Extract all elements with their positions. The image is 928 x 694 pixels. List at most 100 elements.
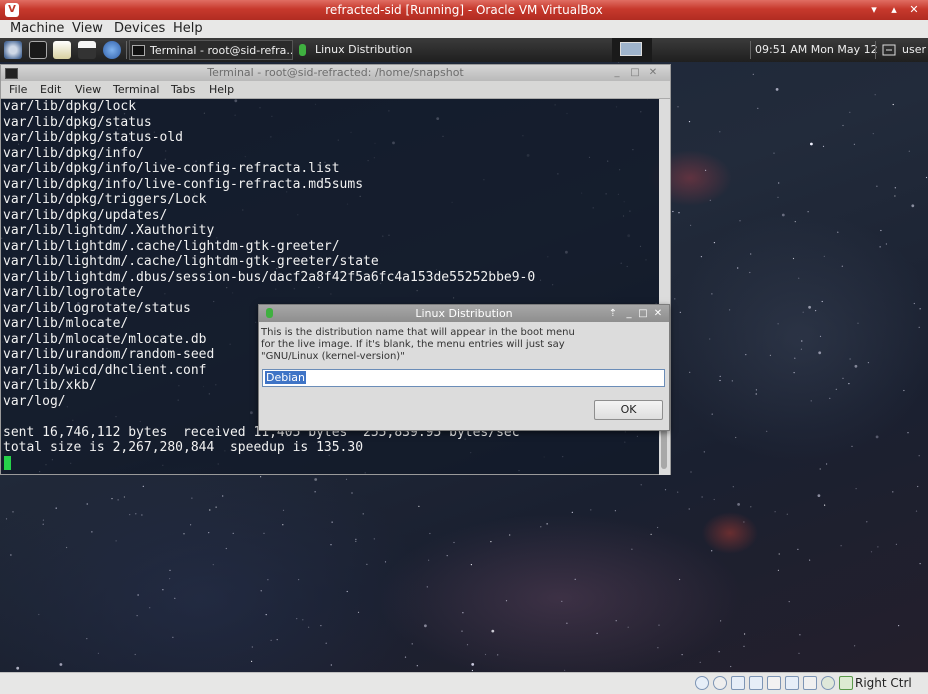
logout-icon[interactable] xyxy=(882,44,896,56)
star xyxy=(681,654,683,656)
star xyxy=(903,389,905,392)
clock[interactable]: 09:51 AM Mon May 12 xyxy=(755,38,878,62)
display-icon[interactable] xyxy=(767,676,781,690)
star xyxy=(720,620,722,622)
star xyxy=(885,243,888,245)
text-editor-icon[interactable] xyxy=(53,41,71,59)
terminal-scrollbar-thumb[interactable] xyxy=(661,429,667,469)
star xyxy=(38,613,40,616)
terminal-menu-help[interactable]: Help xyxy=(209,81,234,98)
terminal-menu-terminal[interactable]: Terminal xyxy=(113,81,160,98)
network-icon[interactable] xyxy=(785,676,799,690)
star xyxy=(91,531,93,533)
star xyxy=(835,388,837,390)
star xyxy=(657,647,659,649)
menu-devices[interactable]: Devices xyxy=(114,20,165,37)
dialog-close-button[interactable]: ✕ xyxy=(651,305,665,322)
star xyxy=(792,257,795,260)
star xyxy=(564,669,566,672)
star xyxy=(260,590,262,592)
star xyxy=(750,506,752,508)
star xyxy=(263,532,265,534)
star xyxy=(849,111,851,113)
terminal-cursor xyxy=(4,455,11,470)
host-key-label: Right Ctrl xyxy=(855,676,912,690)
dialog-message-line: for the live image. If it's blank, the m… xyxy=(261,339,565,350)
terminal-minimize-button[interactable]: _ xyxy=(610,65,624,81)
host-statusbar: Right Ctrl xyxy=(0,672,928,694)
terminal-menu-tabs[interactable]: Tabs xyxy=(171,81,195,98)
star xyxy=(471,669,473,672)
host-maximize-button[interactable]: ▴ xyxy=(884,0,904,20)
user-label[interactable]: user xyxy=(902,38,926,62)
dialog-titlebar[interactable]: Linux Distribution ⇡ _ □ ✕ xyxy=(259,305,669,322)
cpu-icon[interactable] xyxy=(821,676,835,690)
menu-machine[interactable]: Machine xyxy=(10,20,64,37)
task-linux-distribution[interactable]: Linux Distribution xyxy=(295,40,455,60)
menu-help[interactable]: Help xyxy=(173,20,203,37)
star xyxy=(658,624,660,626)
star xyxy=(848,383,850,385)
terminal-close-button[interactable]: ✕ xyxy=(646,65,660,81)
star xyxy=(298,579,300,581)
star xyxy=(678,212,680,214)
optical-drive-icon[interactable] xyxy=(713,676,727,690)
star xyxy=(842,377,844,379)
star xyxy=(355,538,357,540)
star xyxy=(705,169,707,171)
star xyxy=(913,302,915,305)
mouse-integration-icon[interactable] xyxy=(839,676,853,690)
dialog-shade-button[interactable]: ⇡ xyxy=(606,305,620,322)
star xyxy=(719,375,721,377)
star xyxy=(505,600,508,602)
star xyxy=(781,213,785,217)
web-browser-icon[interactable] xyxy=(103,41,121,59)
linux-distribution-dialog[interactable]: Linux Distribution ⇡ _ □ ✕ This is the d… xyxy=(258,304,670,431)
star xyxy=(735,436,737,439)
star xyxy=(719,379,721,382)
terminal-menu-file[interactable]: File xyxy=(9,81,27,98)
video-capture-icon[interactable] xyxy=(803,676,817,690)
dialog-minimize-button[interactable]: _ xyxy=(622,305,636,322)
usb-icon[interactable] xyxy=(731,676,745,690)
star xyxy=(484,653,487,656)
shared-folders-icon[interactable] xyxy=(749,676,763,690)
terminal-menu-view[interactable]: View xyxy=(75,81,101,98)
file-manager-icon[interactable] xyxy=(78,41,96,59)
star xyxy=(411,643,413,645)
terminal-maximize-button[interactable]: □ xyxy=(628,65,642,81)
star xyxy=(703,451,705,453)
host-window-titlebar[interactable]: V refracted-sid [Running] - Oracle VM Vi… xyxy=(0,0,928,20)
hard-disk-icon[interactable] xyxy=(695,676,709,690)
desktop-pager-icon[interactable] xyxy=(612,38,652,62)
star xyxy=(688,121,691,123)
star xyxy=(877,546,879,548)
apps-menu-icon[interactable] xyxy=(4,41,22,59)
dialog-maximize-button[interactable]: □ xyxy=(636,305,650,322)
app-icon xyxy=(299,44,306,56)
star xyxy=(788,601,790,603)
star xyxy=(282,509,285,511)
task-terminal[interactable]: Terminal - root@sid-refra... xyxy=(129,40,293,60)
star xyxy=(546,523,548,525)
star xyxy=(819,335,822,337)
terminal-line: var/lib/dpkg/triggers/Lock xyxy=(3,192,207,207)
star xyxy=(809,559,811,561)
terminal-line: var/lib/lightdm/.cache/lightdm-gtk-greet… xyxy=(3,254,379,269)
menu-view[interactable]: View xyxy=(72,20,103,37)
star xyxy=(872,133,874,135)
star xyxy=(823,255,825,257)
ok-button[interactable]: OK xyxy=(594,400,663,420)
terminal-menu-edit[interactable]: Edit xyxy=(40,81,61,98)
star xyxy=(737,503,740,506)
star xyxy=(892,103,894,106)
star xyxy=(330,544,332,546)
host-minimize-button[interactable]: ▾ xyxy=(864,0,884,20)
star xyxy=(778,553,780,555)
terminal-titlebar[interactable]: Terminal - root@sid-refracted: /home/sna… xyxy=(1,65,670,81)
host-close-button[interactable]: ✕ xyxy=(904,0,924,20)
terminal-icon xyxy=(132,45,145,56)
distribution-name-input[interactable]: Debian xyxy=(262,369,665,387)
terminal-icon[interactable] xyxy=(29,41,47,59)
star xyxy=(183,533,185,535)
